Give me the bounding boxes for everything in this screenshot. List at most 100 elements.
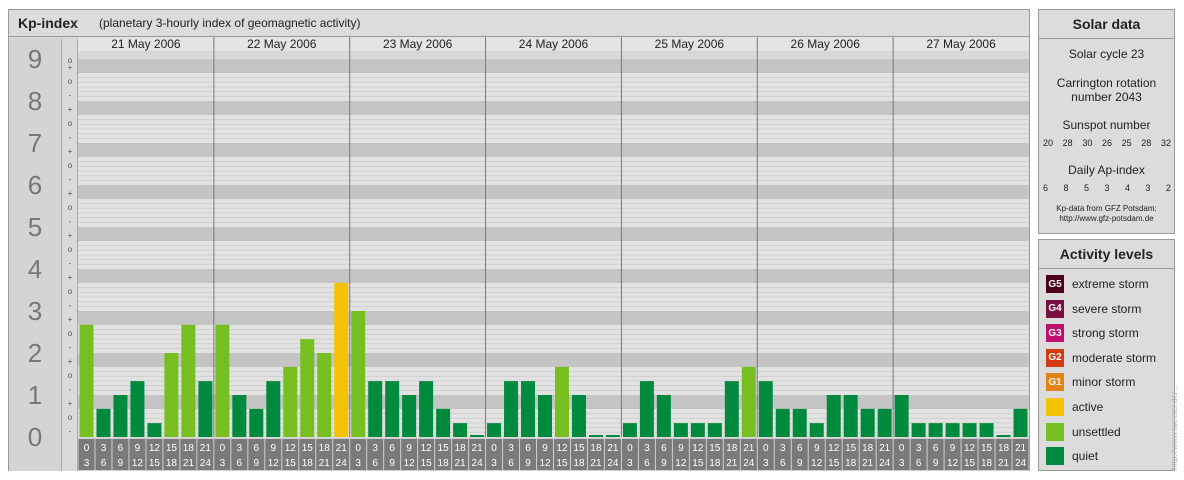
interval-label-end: 6 [237, 458, 243, 469]
interval-label-end: 6 [508, 458, 514, 469]
sub-tick-label: + [68, 315, 73, 324]
interval-label-start: 12 [692, 443, 704, 454]
interval-label-start: 9 [271, 443, 277, 454]
kp-bar [487, 423, 502, 437]
interval-label-start: 6 [933, 443, 939, 454]
level-label: quiet [1072, 449, 1099, 464]
sub-tick-label: + [68, 399, 73, 408]
level-label: unsettled [1072, 424, 1121, 439]
kp-bar [215, 324, 230, 437]
sub-tick-label: + [68, 231, 73, 240]
interval-label-start: 12 [149, 443, 161, 454]
kp-bar [826, 395, 841, 437]
sub-tick-label: - [69, 301, 72, 310]
y-tick-label: 6 [28, 170, 42, 200]
sub-tick-label: - [69, 343, 72, 352]
sub-tick-label: o [68, 161, 73, 170]
interval-label-start: 6 [254, 443, 260, 454]
interval-label-end: 18 [166, 458, 178, 469]
interval-label-end: 3 [355, 458, 361, 469]
sub-tick-label: + [68, 357, 73, 366]
source-line-1: Kp-data from GFZ Potsdam: [1056, 204, 1157, 213]
activity-levels-panel: Activity levels G5 extreme storm G4 severe … [1038, 239, 1175, 471]
band-dark [78, 227, 1029, 241]
interval-label-start: 15 [302, 443, 314, 454]
kp-bar [351, 311, 366, 437]
kp-bar [945, 423, 960, 437]
activity-levels-title: Activity levels [1039, 240, 1174, 269]
activity-level-item: active [1046, 398, 1103, 416]
sub-tick-label: + [68, 147, 73, 156]
kp-bar [877, 408, 892, 437]
interval-label-end: 6 [644, 458, 650, 469]
day-label: 22 May 2006 [247, 37, 317, 51]
interval-label-start: 18 [726, 443, 738, 454]
sub-tick-label: o [68, 56, 73, 65]
band-dark [78, 311, 1029, 325]
interval-label-start: 15 [166, 443, 178, 454]
interval-label-start: 6 [118, 443, 124, 454]
interval-label-end: 21 [590, 458, 602, 469]
kp-bar [283, 366, 298, 437]
interval-label-end: 3 [491, 458, 497, 469]
sunspot-value: 28 [1062, 138, 1073, 148]
interval-label-start: 3 [508, 443, 514, 454]
interval-label-start: 18 [455, 443, 467, 454]
activity-level-item: unsettled [1046, 422, 1121, 441]
level-swatch: G3 [1046, 324, 1064, 343]
y-tick-label: 5 [28, 212, 42, 242]
interval-label-start: 3 [916, 443, 922, 454]
activity-level-item: G3 strong storm [1046, 324, 1139, 343]
ap-value: 6 [1043, 183, 1049, 193]
kp-bar [402, 395, 417, 437]
kp-bar [368, 381, 383, 437]
ap-label: Daily Ap-index [1068, 163, 1145, 177]
interval-label-end: 6 [780, 458, 786, 469]
interval-label-end: 18 [438, 458, 450, 469]
interval-label-start: 15 [438, 443, 450, 454]
interval-label-end: 9 [525, 458, 531, 469]
kp-bar [113, 395, 128, 437]
sunspot-label: Sunspot number [1062, 118, 1151, 132]
interval-label-end: 15 [964, 458, 976, 469]
interval-label-start: 0 [491, 443, 497, 454]
sub-tick-label: o [68, 329, 73, 338]
interval-label-start: 0 [627, 443, 633, 454]
level-label: severe storm [1072, 301, 1142, 316]
interval-label-start: 6 [797, 443, 803, 454]
interval-label-start: 3 [780, 443, 786, 454]
kp-bar [198, 381, 213, 437]
activity-level-item: G4 severe storm [1046, 299, 1142, 318]
interval-label-start: 0 [899, 443, 905, 454]
level-swatch: G4 [1046, 299, 1064, 318]
interval-label-start: 3 [372, 443, 378, 454]
interval-label-end: 21 [455, 458, 467, 469]
interval-label-start: 9 [406, 443, 412, 454]
activity-level-item: G2 moderate storm [1046, 348, 1156, 367]
interval-label-end: 18 [573, 458, 585, 469]
ap-values: 6 8 5 3 4 3 2 [1043, 183, 1171, 193]
interval-label-start: 15 [709, 443, 721, 454]
interval-label-end: 12 [268, 458, 280, 469]
source-line-2: http://www.gfz-potsdam.de [1059, 214, 1154, 223]
sub-tick-label: o [68, 413, 73, 422]
interval-label-start: 21 [200, 443, 212, 454]
kp-bar [504, 381, 519, 437]
kp-bar [741, 366, 756, 437]
level-label: extreme storm [1072, 277, 1149, 291]
interval-label-start: 15 [573, 443, 585, 454]
sunspot-values: 20 28 30 26 25 28 32 [1043, 138, 1171, 148]
interval-label-end: 6 [101, 458, 107, 469]
y-tick-label: 1 [28, 380, 42, 410]
solar-data-panel: Solar data Solar cycle 23 Carrington rot… [1038, 9, 1175, 234]
interval-label-end: 21 [998, 458, 1010, 469]
interval-label-end: 12 [675, 458, 687, 469]
level-swatch [1046, 398, 1064, 416]
kp-bar [996, 435, 1011, 437]
interval-label-start: 21 [879, 443, 891, 454]
ap-value: 4 [1124, 183, 1130, 193]
kp-bar [232, 395, 247, 437]
kp-bar [249, 408, 264, 437]
interval-label-end: 18 [709, 458, 721, 469]
kp-bar [707, 423, 722, 437]
